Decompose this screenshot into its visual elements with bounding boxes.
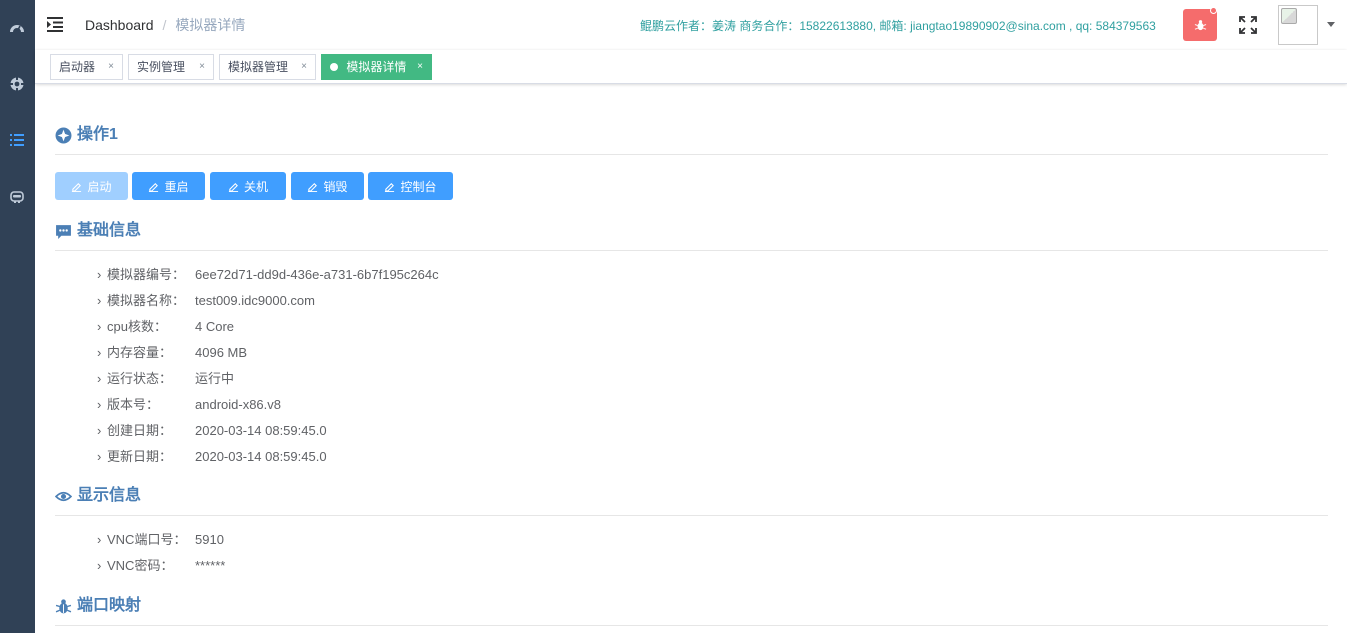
breadcrumb-separator: / <box>162 17 167 33</box>
divider <box>55 625 1328 626</box>
dashboard-icon[interactable] <box>8 19 26 37</box>
tag-launcher[interactable]: 启动器 × <box>50 54 123 80</box>
restart-button[interactable]: 重启 <box>132 172 205 200</box>
chevron-right-icon: › <box>97 319 102 334</box>
chevron-right-icon: › <box>97 293 102 308</box>
edit-icon <box>385 182 395 192</box>
section-title-text: 操作1 <box>77 126 118 143</box>
edit-icon <box>308 182 318 192</box>
component-icon[interactable] <box>8 75 26 93</box>
section-operations: 操作1 <box>55 125 118 145</box>
info-row-created: › 创建日期： 2020-03-14 08:59:45.0 <box>97 423 327 438</box>
info-row-vnc-password: › VNC密码： ****** <box>97 558 226 573</box>
chevron-right-icon: › <box>97 397 102 412</box>
breadcrumb-dashboard[interactable]: Dashboard <box>85 16 154 34</box>
chevron-right-icon: › <box>97 558 102 573</box>
info-row-updated: › 更新日期： 2020-03-14 08:59:45.0 <box>97 449 327 464</box>
destroy-button[interactable]: 销毁 <box>291 172 364 200</box>
button-label: 销毁 <box>323 179 348 194</box>
tag-label: 模拟器详情 <box>346 60 407 74</box>
button-label: 重启 <box>164 179 189 194</box>
avatar[interactable] <box>1278 5 1318 45</box>
hamburger-icon[interactable] <box>46 15 64 33</box>
button-label: 控制台 <box>400 179 437 194</box>
tags-view: 启动器 × 实例管理 × 模拟器管理 × 模拟器详情 × <box>35 50 1347 84</box>
sidebar <box>0 0 35 633</box>
info-row-memory: › 内存容量： 4096 MB <box>97 345 248 360</box>
fullscreen-icon[interactable] <box>1239 16 1257 34</box>
close-icon[interactable]: × <box>108 55 114 79</box>
tag-emulator-management[interactable]: 模拟器管理 × <box>219 54 316 80</box>
tag-emulator-detail[interactable]: 模拟器详情 × <box>321 54 432 80</box>
start-button[interactable]: 启动 <box>55 172 128 200</box>
info-row-emulator-id: › 模拟器编号： 6ee72d71-dd9d-436e-a731-6b7f195c2… <box>97 267 439 282</box>
section-title-text: 显示信息 <box>77 487 142 504</box>
list-icon[interactable] <box>8 131 26 149</box>
edit-icon <box>72 182 82 192</box>
info-row-vnc-port: › VNC端口号： 5910 <box>97 532 224 547</box>
robot-icon[interactable] <box>8 187 26 205</box>
compass-icon <box>55 127 72 143</box>
shutdown-button[interactable]: 关机 <box>210 172 286 200</box>
tag-label: 实例管理 <box>137 60 186 74</box>
section-basic-info: 基础信息 <box>55 221 141 241</box>
edit-icon <box>228 182 239 192</box>
close-icon[interactable]: × <box>417 55 423 79</box>
close-icon[interactable]: × <box>199 55 205 79</box>
section-title-text: 端口映射 <box>77 597 142 614</box>
tag-instance-management[interactable]: 实例管理 × <box>128 54 214 80</box>
button-label: 启动 <box>87 179 112 194</box>
divider <box>55 154 1328 155</box>
chevron-right-icon: › <box>97 371 102 386</box>
bug-icon <box>55 598 72 613</box>
author-info: 鲲鹏云作者：姜涛 商务合作：15822613880, 邮箱: jiangtao1… <box>640 19 1156 33</box>
section-title-text: 基础信息 <box>77 222 142 239</box>
error-badge <box>1210 7 1217 14</box>
error-log-button[interactable] <box>1183 7 1217 41</box>
info-row-cpu: › cpu核数： 4 Core <box>97 319 235 334</box>
breadcrumb-current: 模拟器详情 <box>175 17 246 33</box>
chevron-right-icon: › <box>97 345 102 360</box>
navbar: Dashboard / 模拟器详情 鲲鹏云作者：姜涛 商务合作：15822613… <box>35 0 1347 50</box>
divider <box>55 515 1328 516</box>
breadcrumb: Dashboard / 模拟器详情 <box>85 16 245 34</box>
button-label: 关机 <box>243 179 268 194</box>
close-icon[interactable]: × <box>301 55 307 79</box>
console-button[interactable]: 控制台 <box>368 172 453 200</box>
info-row-status: › 运行状态： 运行中 <box>97 371 235 386</box>
chevron-right-icon: › <box>97 532 102 547</box>
info-row-emulator-name: › 模拟器名称： test009.idc9000.com <box>97 293 315 308</box>
section-display-info: 显示信息 <box>55 486 141 506</box>
divider <box>55 250 1328 251</box>
edit-icon <box>149 182 159 192</box>
section-port-mapping: 端口映射 <box>55 596 141 616</box>
message-icon <box>56 224 71 239</box>
tag-label: 模拟器管理 <box>228 60 289 74</box>
bug-icon <box>1194 19 1206 30</box>
tag-label: 启动器 <box>59 60 96 74</box>
active-dot <box>330 63 338 71</box>
eye-icon <box>55 491 72 501</box>
chevron-right-icon: › <box>97 449 102 464</box>
chevron-right-icon: › <box>97 423 102 438</box>
info-row-version: › 版本号： android-x86.v8 <box>97 397 281 412</box>
chevron-right-icon: › <box>97 267 102 282</box>
caret-down-icon[interactable] <box>1327 22 1335 27</box>
